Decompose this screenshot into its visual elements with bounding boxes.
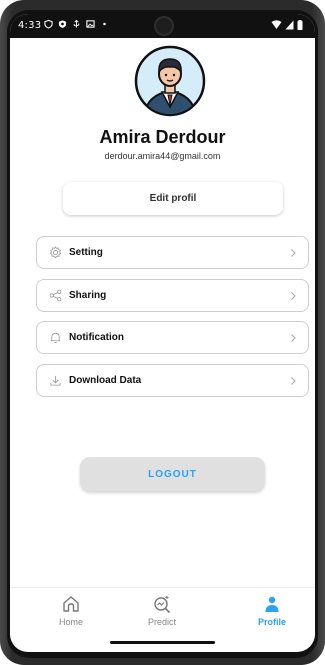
status-system-icons bbox=[271, 20, 303, 30]
home-icon bbox=[63, 596, 79, 612]
nav-label: Home bbox=[58, 617, 83, 627]
shield-filled-icon bbox=[58, 20, 67, 29]
share-icon bbox=[48, 289, 62, 303]
battery-icon bbox=[297, 20, 303, 30]
home-indicator[interactable] bbox=[110, 641, 215, 644]
chevron-right-icon bbox=[291, 249, 296, 257]
chevron-right-icon bbox=[291, 377, 296, 385]
chevron-right-icon bbox=[291, 292, 296, 300]
signal-icon bbox=[285, 20, 294, 30]
user-name: Amira Derdour bbox=[99, 127, 226, 147]
logout-button[interactable]: LOGOUT bbox=[80, 457, 265, 491]
menu-item-label: Setting bbox=[69, 247, 103, 258]
user-email: derdour.amira44@gmail.com bbox=[104, 151, 221, 161]
status-bar: 4:33 bbox=[10, 14, 315, 38]
image-icon bbox=[86, 20, 95, 28]
nav-home[interactable]: Home bbox=[31, 594, 111, 627]
front-camera bbox=[154, 16, 174, 36]
bell-icon bbox=[48, 331, 62, 345]
menu-item-setting[interactable]: Setting bbox=[36, 236, 309, 269]
bottom-navigation: Home Predict Profile bbox=[10, 587, 315, 635]
avatar bbox=[134, 45, 206, 117]
menu-item-notification[interactable]: Notification bbox=[36, 321, 309, 354]
wifi-icon bbox=[271, 20, 282, 29]
usb-icon bbox=[73, 19, 80, 28]
dot-icon bbox=[103, 22, 106, 26]
menu-item-download-data[interactable]: Download Data bbox=[36, 364, 309, 397]
status-time: 4:33 bbox=[18, 20, 42, 31]
person-icon bbox=[265, 596, 279, 612]
status-notification-icons bbox=[44, 19, 109, 29]
nav-label: Profile bbox=[257, 617, 286, 627]
gear-icon bbox=[48, 246, 62, 260]
phone-frame: 4:33 Amira Derdour derdour.amira44@gmail… bbox=[0, 0, 325, 665]
menu-item-label: Notification bbox=[69, 332, 124, 343]
download-icon bbox=[48, 374, 62, 388]
nav-profile[interactable]: Profile bbox=[232, 594, 312, 627]
edit-profile-button[interactable]: Edit profil bbox=[63, 182, 283, 215]
predict-icon bbox=[154, 596, 171, 614]
nav-predict[interactable]: Predict bbox=[122, 594, 202, 627]
menu-item-sharing[interactable]: Sharing bbox=[36, 279, 309, 312]
menu-item-label: Sharing bbox=[69, 290, 107, 301]
chevron-right-icon bbox=[291, 334, 296, 342]
nav-label: Predict bbox=[147, 617, 176, 627]
menu-item-label: Download Data bbox=[69, 375, 142, 386]
shield-icon bbox=[44, 19, 53, 29]
app-screen: 4:33 Amira Derdour derdour.amira44@gmail… bbox=[10, 14, 315, 652]
